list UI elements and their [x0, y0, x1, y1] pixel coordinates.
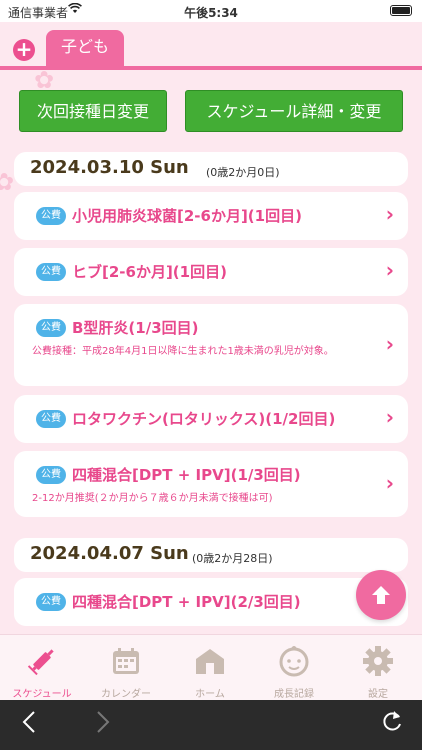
- chevron-right-icon: ›: [385, 258, 394, 282]
- chevron-right-icon: ›: [385, 332, 394, 356]
- child-age: (0歳2か月28日): [192, 552, 273, 565]
- public-funded-badge: 公費: [36, 410, 66, 428]
- arrow-up-icon: [372, 586, 390, 604]
- tab-underline: [0, 66, 422, 70]
- vaccine-card[interactable]: 公費 四種混合[DPT + IPV](2/3回目): [14, 578, 408, 626]
- schedule-detail-button[interactable]: スケジュール詳細・変更: [185, 90, 403, 132]
- tab-child[interactable]: 子ども: [46, 30, 124, 66]
- reload-icon: [383, 711, 401, 731]
- vaccine-title: ヒブ[2-6か月](1回目): [72, 263, 227, 281]
- child-tab-bar: + 子ども: [0, 22, 422, 70]
- back-button[interactable]: [22, 710, 36, 740]
- change-next-date-button[interactable]: 次回接種日変更: [19, 90, 167, 132]
- vaccine-note: 2-12か月推奨(２か月から７歳６か月未満で接種は可): [32, 493, 273, 504]
- tab-schedule[interactable]: スケジュール: [0, 635, 84, 701]
- public-funded-badge: 公費: [36, 263, 66, 281]
- vaccine-title: 四種混合[DPT + IPV](1/3回目): [72, 466, 301, 484]
- public-funded-badge: 公費: [36, 593, 66, 611]
- tab-label: 成長記録: [274, 689, 314, 700]
- chevron-right-icon: ›: [385, 405, 394, 429]
- gear-icon: [363, 646, 393, 676]
- vaccine-title: 小児用肺炎球菌[2-6か月](1回目): [72, 207, 302, 225]
- vaccine-card[interactable]: 公費 ロタワクチン(ロタリックス)(1/2回目) ›: [14, 395, 408, 443]
- sakura-decoration: ✿: [0, 168, 15, 196]
- home-icon: [196, 649, 224, 674]
- baby-face-icon: [279, 646, 309, 677]
- vaccine-title: ロタワクチン(ロタリックス)(1/2回目): [72, 410, 336, 428]
- vaccine-title: B型肝炎(1/3回目): [72, 319, 199, 337]
- schedule-date: 2024.03.10 Sun: [30, 157, 189, 178]
- tab-growth[interactable]: 成長記録: [252, 635, 336, 701]
- chevron-right-icon: [97, 711, 110, 733]
- vaccine-note: 公費接種：平成28年4月1日以降に生まれた1歳未満の乳児が対象。: [32, 346, 334, 357]
- syringe-icon: [27, 649, 54, 676]
- schedule-date: 2024.04.07 Sun: [30, 543, 189, 564]
- browser-toolbar: [0, 700, 422, 750]
- calendar-icon: [113, 648, 139, 674]
- public-funded-badge: 公費: [36, 319, 66, 337]
- chevron-right-icon: ›: [385, 202, 394, 226]
- public-funded-badge: 公費: [36, 466, 66, 484]
- tab-label: スケジュール: [12, 689, 72, 700]
- vaccine-title: 四種混合[DPT + IPV](2/3回目): [72, 593, 301, 611]
- vaccine-card[interactable]: 公費 小児用肺炎球菌[2-6か月](1回目) ›: [14, 192, 408, 240]
- tab-label: カレンダー: [101, 689, 151, 700]
- tab-settings[interactable]: 設定: [336, 635, 420, 701]
- vaccine-card[interactable]: 公費 B型肝炎(1/3回目) 公費接種：平成28年4月1日以降に生まれた1歳未満…: [14, 304, 408, 386]
- child-age: (0歳2か月0日): [206, 166, 280, 179]
- scroll-top-button[interactable]: [356, 570, 406, 620]
- status-bar: 通信事業者 午後5:34: [0, 0, 422, 22]
- add-child-button[interactable]: +: [13, 39, 35, 61]
- date-header: 2024.04.07 Sun (0歳2か月28日): [14, 538, 408, 572]
- reload-button[interactable]: [380, 708, 404, 740]
- status-time: 午後5:34: [184, 6, 238, 20]
- forward-button[interactable]: [96, 710, 110, 740]
- tab-home[interactable]: ホーム: [168, 635, 252, 701]
- date-header: 2024.03.10 Sun (0歳2か月0日): [14, 152, 408, 186]
- tab-label: 設定: [368, 689, 388, 700]
- tab-label: ホーム: [195, 689, 225, 700]
- bottom-tab-bar: スケジュール カレンダー ホーム 成長記録 設定: [0, 634, 422, 700]
- chevron-left-icon: [22, 711, 35, 733]
- tab-calendar[interactable]: カレンダー: [84, 635, 168, 701]
- vaccine-card[interactable]: 公費 四種混合[DPT + IPV](1/3回目) 2-12か月推奨(２か月から…: [14, 451, 408, 517]
- battery-icon: [390, 5, 412, 16]
- public-funded-badge: 公費: [36, 207, 66, 225]
- vaccine-card[interactable]: 公費 ヒブ[2-6か月](1回目) ›: [14, 248, 408, 296]
- chevron-right-icon: ›: [385, 471, 394, 495]
